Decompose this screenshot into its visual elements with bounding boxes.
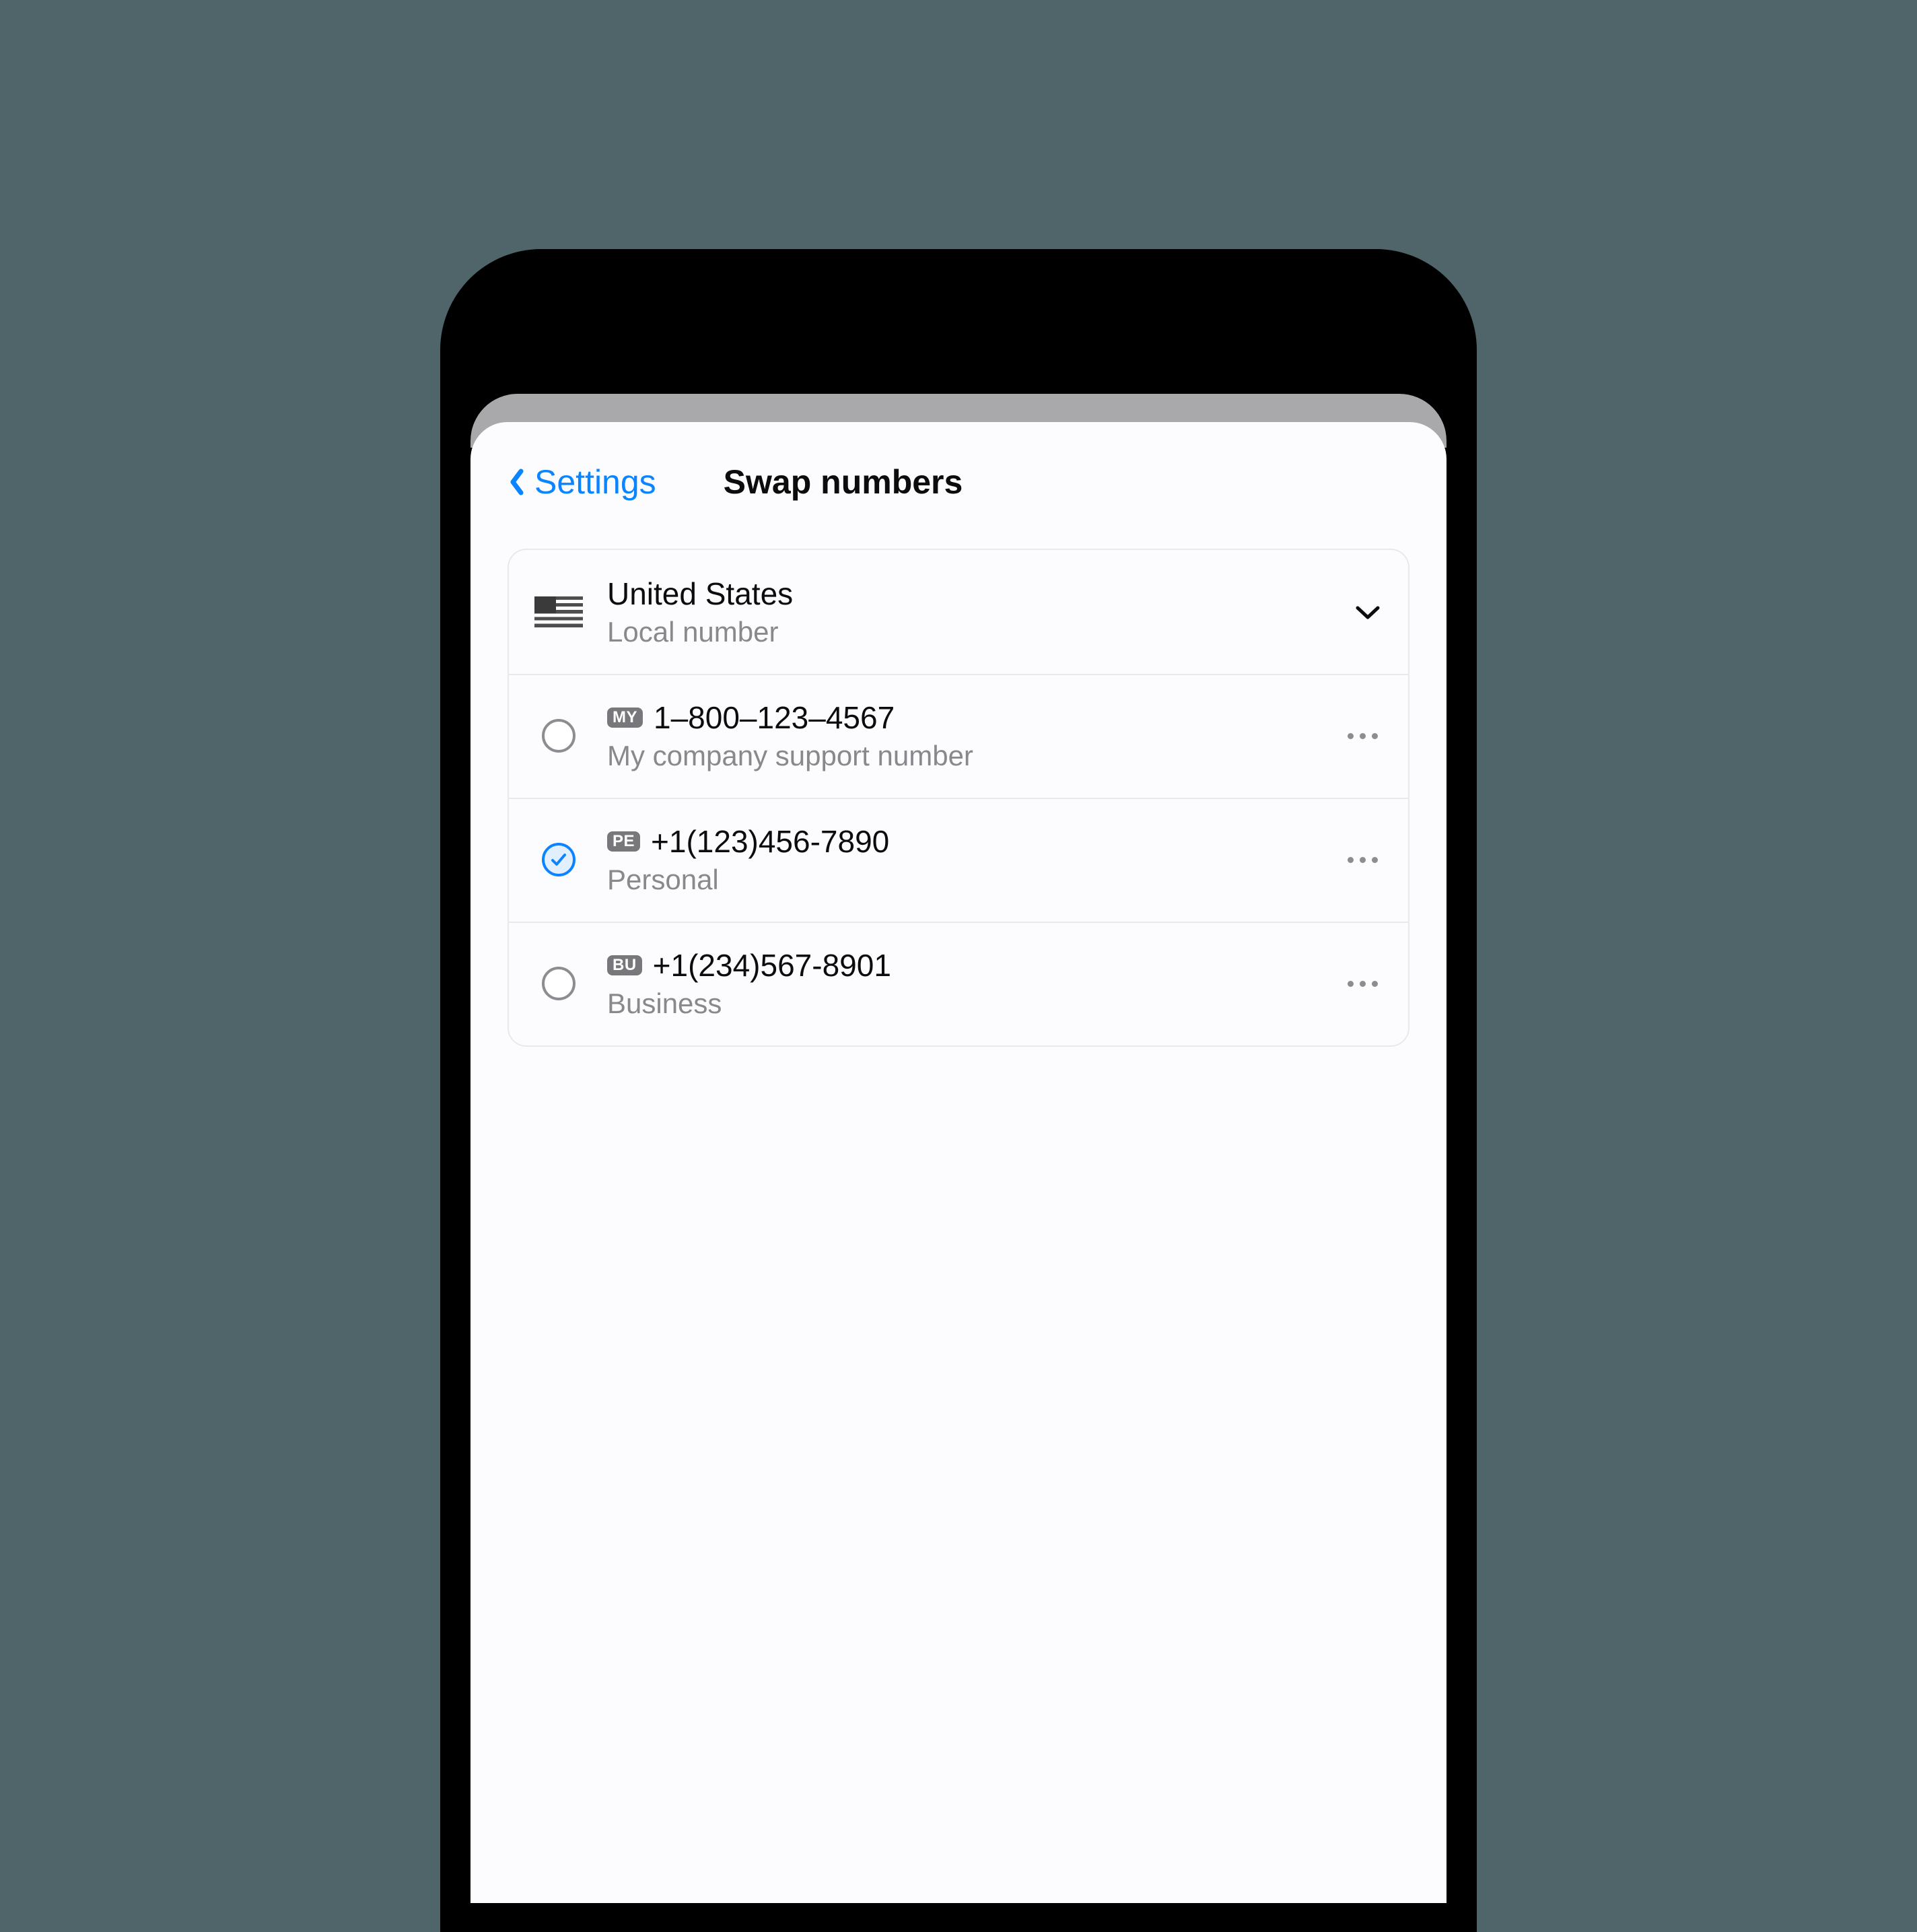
number-label: Business bbox=[607, 988, 1318, 1020]
chevron-down-icon bbox=[1353, 597, 1383, 627]
page-title: Swap numbers bbox=[724, 462, 1409, 502]
more-icon[interactable] bbox=[1342, 843, 1383, 876]
phone-number: +1(123)456-7890 bbox=[651, 823, 889, 860]
number-row[interactable]: PE +1(123)456-7890 Personal bbox=[509, 798, 1408, 922]
radio-selected[interactable] bbox=[542, 843, 576, 876]
radio-unselected[interactable] bbox=[542, 967, 576, 1000]
number-row[interactable]: MY 1–800–123–4567 My company support num… bbox=[509, 674, 1408, 798]
country-name: United States bbox=[607, 576, 1329, 612]
back-chevron-icon[interactable] bbox=[508, 467, 526, 497]
phone-frame: Settings Swap numbers United States Loca… bbox=[440, 249, 1477, 1932]
more-icon[interactable] bbox=[1342, 719, 1383, 753]
us-flag-icon bbox=[534, 596, 583, 627]
back-button[interactable]: Settings bbox=[534, 462, 656, 502]
modal-sheet: Settings Swap numbers United States Loca… bbox=[470, 422, 1447, 1903]
number-tag: BU bbox=[607, 955, 642, 975]
phone-number: 1–800–123–4567 bbox=[654, 699, 895, 736]
number-tag: PE bbox=[607, 831, 640, 852]
numbers-card: United States Local number MY 1–800–123– bbox=[508, 549, 1409, 1047]
nav-bar: Settings Swap numbers bbox=[508, 462, 1409, 502]
number-row[interactable]: BU +1(234)567-8901 Business bbox=[509, 922, 1408, 1045]
country-subtitle: Local number bbox=[607, 616, 1329, 648]
number-label: My company support number bbox=[607, 740, 1318, 772]
country-selector[interactable]: United States Local number bbox=[509, 550, 1408, 674]
more-icon[interactable] bbox=[1342, 967, 1383, 1000]
phone-number: +1(234)567-8901 bbox=[653, 947, 891, 984]
radio-unselected[interactable] bbox=[542, 719, 576, 753]
number-tag: MY bbox=[607, 708, 643, 728]
number-label: Personal bbox=[607, 864, 1318, 896]
